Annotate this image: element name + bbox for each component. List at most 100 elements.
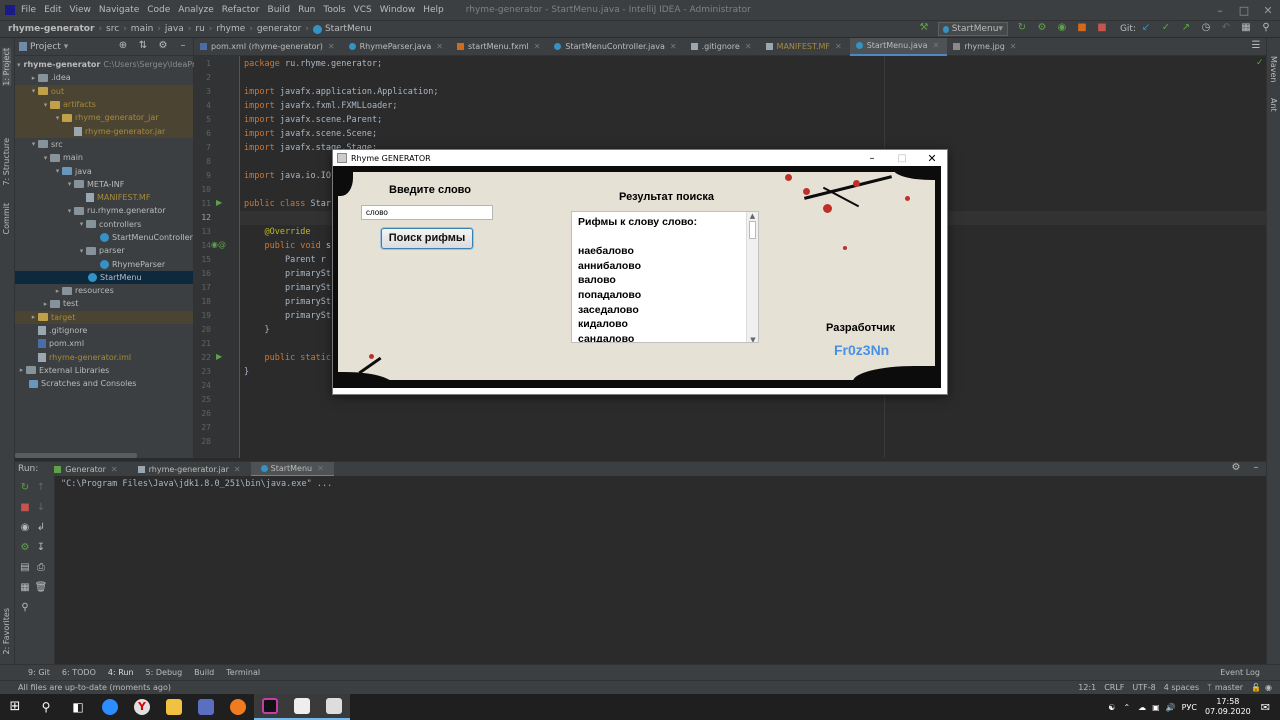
scroll-down-icon[interactable]: ↓ [33,502,49,518]
tree-item-parser[interactable]: ▾ parser [15,244,193,257]
trash-icon[interactable]: 🗑 [33,582,49,598]
project-panel-title[interactable]: Project [30,42,61,52]
tree-item-package[interactable]: ▾ ru.rhyme.generator [15,204,193,217]
menu-navigate[interactable]: Navigate [99,5,139,15]
search-icon[interactable]: ⚲ [30,694,62,720]
menu-code[interactable]: Code [147,5,170,15]
tree-item-artifacts[interactable]: ▾ artifacts [15,97,193,112]
menu-analyze[interactable]: Analyze [178,5,213,15]
commit-tool-button[interactable]: Commit [2,203,11,234]
layout-icon[interactable]: ▦ [17,582,33,598]
word-input[interactable]: слово [361,205,493,220]
menu-window[interactable]: Window [380,5,416,15]
ant-tool-button[interactable]: Ant [1269,98,1278,112]
rerun-icon[interactable]: ↻ [17,482,33,498]
intellij-taskbar-icon[interactable] [254,694,286,720]
breadcrumb-java[interactable]: java [165,24,184,34]
tab-rhymeparser[interactable]: RhymeParser.java ✕ [343,38,451,56]
tree-item-project-root[interactable]: ▾ rhyme-generator C:\Users\Sergey\IdeaPro [15,58,200,71]
tab-startmenu-java[interactable]: StartMenu.java ✕ [849,37,948,56]
git-branch[interactable]: master [1215,683,1243,692]
menu-tools[interactable]: Tools [323,5,345,15]
hide-icon[interactable]: – [175,40,191,54]
breadcrumb-main[interactable]: main [131,24,154,34]
clock-time[interactable]: 17:58 [1205,697,1251,707]
tree-item-out[interactable]: ▾ out [15,84,193,98]
menu-help[interactable]: Help [423,5,444,15]
project-tool-button[interactable]: 1: Project [2,48,11,86]
run-tab-generator[interactable]: Generator ✕ [44,462,127,477]
tree-item-jar-folder[interactable]: ▾ rhyme_generator_jar [15,111,193,125]
run-tab-jar[interactable]: rhyme-generator.jar ✕ [128,462,251,477]
gear-icon[interactable]: ⚙ [155,40,171,54]
tree-item-java[interactable]: ▾ java [15,164,193,177]
result-text-area[interactable]: Рифмы к слову слово: наебалово аннибалов… [571,211,759,343]
lock-icon[interactable]: 🔓 [1251,683,1261,692]
tree-item-controllers[interactable]: ▾ controllers [15,218,193,231]
breadcrumb-generator[interactable]: generator [257,24,301,34]
stop-icon[interactable]: ■ [1094,22,1110,36]
network-icon[interactable]: ▣ [1152,703,1160,712]
line-separator[interactable]: CRLF [1104,683,1124,692]
tree-item-test[interactable]: ▸ test [15,297,193,310]
tree-item-idea[interactable]: ▸ .idea [15,71,193,84]
tool-terminal[interactable]: Terminal [226,668,260,677]
tree-item-gitignore[interactable]: .gitignore [15,324,193,337]
memory-indicator-icon[interactable]: ◉ [1265,683,1272,692]
volume-icon[interactable]: 🔊 [1166,703,1176,712]
caret-position[interactable]: 12:1 [1078,683,1096,692]
minimize-icon[interactable]: – [1208,4,1232,17]
app-minimize-icon[interactable]: – [857,153,887,164]
maximize-icon[interactable]: □ [1232,4,1256,17]
locate-icon[interactable]: ⊕ [115,40,131,54]
breadcrumb-project[interactable]: rhyme-generator [8,24,94,34]
onedrive-icon[interactable]: ☁ [1138,703,1146,712]
tree-item-main[interactable]: ▾ main [15,151,193,164]
search-rhyme-button[interactable]: Поиск рифмы [381,228,473,249]
run-config-select[interactable]: StartMenu ▾ [937,22,1008,36]
tree-item-jar-file[interactable]: rhyme-generator.jar [15,124,193,138]
print-icon[interactable]: ⎙ [33,562,49,578]
profile-icon[interactable]: ■ [1074,22,1090,36]
breadcrumb-src[interactable]: src [106,24,119,34]
tool-run[interactable]: 4: Run [108,668,134,677]
scroll-thumb[interactable] [749,221,756,239]
menu-refactor[interactable]: Refactor [222,5,260,15]
build-hammer-icon[interactable]: ⚒ [916,22,932,36]
tree-item-target[interactable]: ▸ target [15,310,193,324]
stop-icon[interactable]: ■ [17,502,33,518]
soft-wrap-icon[interactable]: ↲ [33,522,49,538]
file-explorer-icon[interactable] [158,694,190,720]
tab-rhyme-jpg[interactable]: rhyme.jpg ✕ [947,38,1024,56]
tree-item-scratches[interactable]: Scratches and Consoles [15,377,193,390]
task-view-icon[interactable]: ◧ [62,694,94,720]
gear-icon[interactable]: ⚙ [1228,462,1244,476]
tabs-overflow-icon[interactable]: ☰ [1248,40,1264,54]
notifications-icon[interactable]: ✉ [1261,701,1270,714]
close-icon[interactable]: ✕ [1256,4,1280,17]
breadcrumb-rhyme[interactable]: rhyme [216,24,245,34]
app-close-icon[interactable]: ✕ [917,152,947,165]
tray-chevron-icon[interactable]: ⌃ [1123,703,1130,712]
menu-run[interactable]: Run [298,5,315,15]
camera-icon[interactable]: ◉ [17,522,33,538]
yandex-browser-icon[interactable]: Y [126,694,158,720]
rollback-icon[interactable]: ↶ [1218,22,1234,36]
tree-item-rhymeparser[interactable]: RhymeParser [15,257,193,270]
tree-item-pom[interactable]: pom.xml [15,337,193,350]
structure-tool-button[interactable]: 7: Structure [2,138,11,186]
tab-startmenucontroller[interactable]: StartMenuController.java ✕ [548,38,684,56]
menu-edit[interactable]: Edit [44,5,61,15]
people-icon[interactable]: ☯ [1108,703,1115,712]
tool-event-log[interactable]: Event Log [1220,668,1260,677]
tree-item-manifest[interactable]: MANIFEST.MF [15,191,193,204]
menu-build[interactable]: Build [268,5,291,15]
tree-item-src[interactable]: ▾ src [15,138,193,151]
project-hscrollbar[interactable] [15,453,137,458]
run-gutter-icon[interactable]: ▶ [216,198,222,207]
tree-item-meta-inf[interactable]: ▾ META-INF [15,178,193,191]
git-update-icon[interactable]: ↙ [1138,22,1154,36]
run-console[interactable]: "C:\Program Files\Java\jdk1.8.0_251\bin\… [55,476,1266,664]
hide-icon[interactable]: – [1248,462,1264,476]
tab-gitignore[interactable]: .gitignore ✕ [685,38,760,56]
